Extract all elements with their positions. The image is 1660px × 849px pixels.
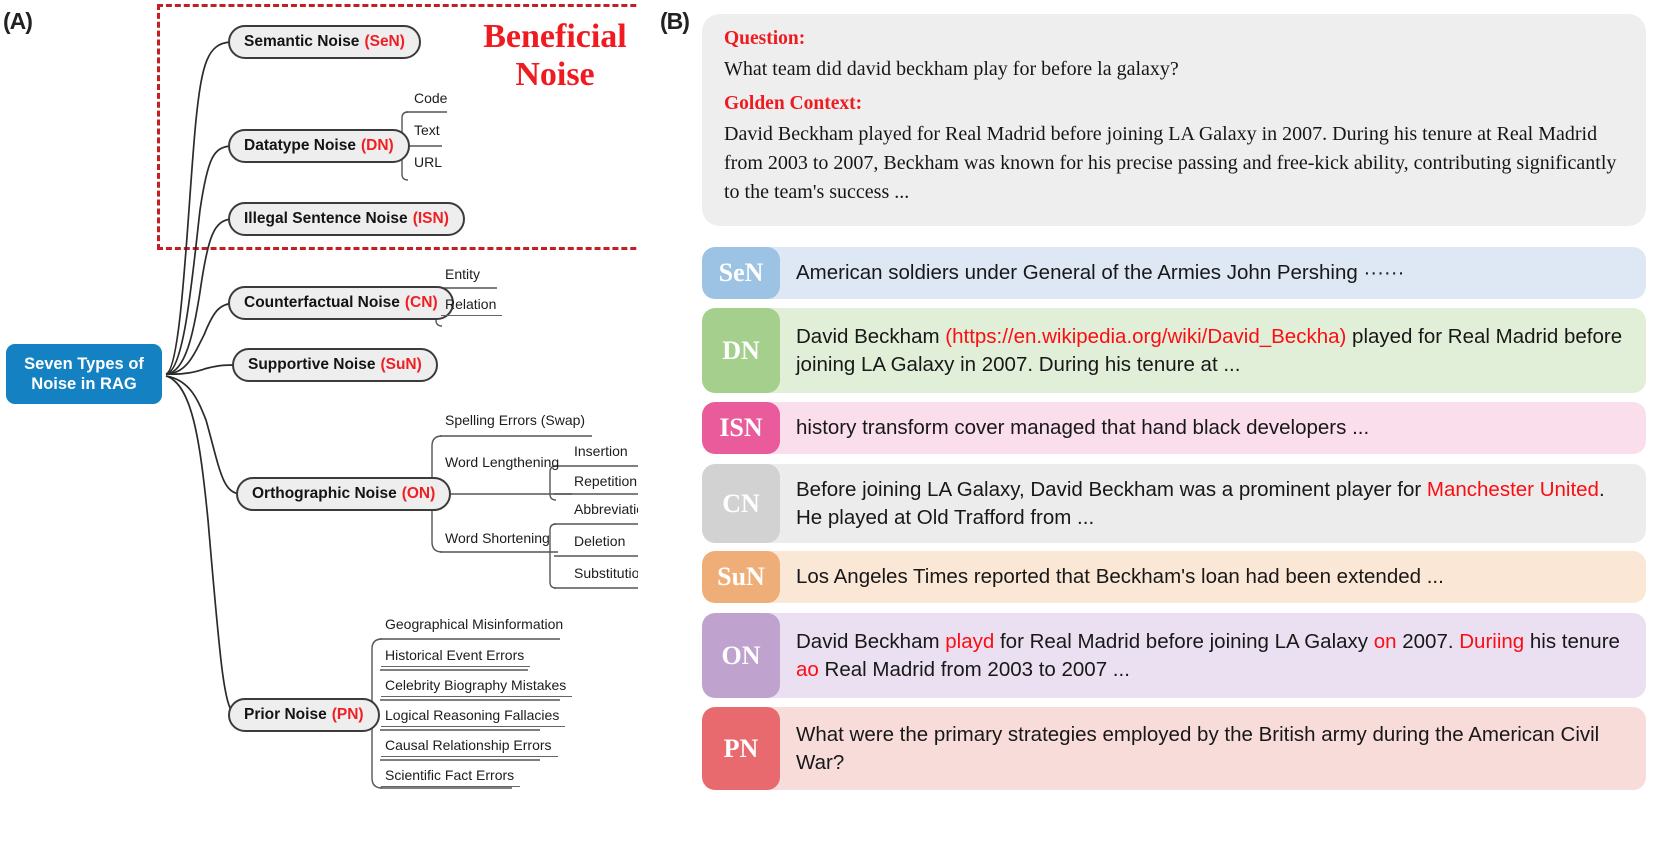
- leaf-url: URL: [414, 154, 443, 170]
- leaf-insertion: Insertion: [574, 443, 628, 459]
- noise-row-cn[interactable]: CN Before joining LA Galaxy, David Beckha…: [702, 464, 1646, 543]
- panel-a-label: (A): [3, 8, 33, 34]
- plain-span: history transform cover managed that han…: [796, 416, 1370, 439]
- plain-span: 2007.: [1396, 629, 1460, 653]
- branch-label: Semantic Noise: [244, 33, 360, 50]
- branch-abbr: (SuN): [380, 356, 422, 373]
- leaf-entity: Entity: [445, 266, 481, 282]
- panel-b-label: (B): [660, 8, 690, 34]
- branch-prior-noise[interactable]: Prior Noise (PN): [228, 698, 380, 732]
- beneficial-noise-title: Beneficial Noise: [483, 18, 627, 93]
- plain-span: Los Angeles Times reported that Beckham'…: [796, 565, 1444, 588]
- noise-text-isn: history transform cover managed that han…: [780, 402, 1646, 454]
- noise-tag-dn: DN: [702, 308, 780, 393]
- leaf-code: Code: [414, 90, 448, 106]
- branch-semantic-noise[interactable]: Semantic Noise (SeN): [228, 25, 421, 59]
- noise-text-pn: What were the primary strategies employe…: [780, 707, 1646, 790]
- noise-row-isn[interactable]: ISN history transform cover managed that …: [702, 402, 1646, 454]
- branch-illegal-sentence-noise[interactable]: Illegal Sentence Noise (ISN): [228, 202, 465, 236]
- golden-context-text: David Beckham played for Real Madrid bef…: [724, 123, 1617, 203]
- noise-tag-isn: ISN: [702, 402, 780, 454]
- branch-label: Orthographic Noise: [252, 485, 397, 502]
- panel-a-taxonomy: (A) Beneficial Noise Seven Types of Nois…: [0, 0, 638, 849]
- highlighted-noise-span: on: [1373, 629, 1397, 653]
- leaf-repetition: Repetition: [574, 473, 638, 489]
- branch-supportive-noise[interactable]: Supportive Noise (SuN): [232, 348, 438, 382]
- branch-abbr: (DN): [360, 137, 394, 154]
- highlighted-noise-span: (https://en.wikipedia.org/wiki/David_Bec…: [945, 324, 1347, 348]
- leaf-celebrity-biography-mistakes: Celebrity Biography Mistakes: [381, 677, 573, 697]
- branch-label: Illegal Sentence Noise: [244, 210, 408, 227]
- plain-span: Before joining LA Galaxy, David Beckham …: [796, 477, 1427, 501]
- highlighted-noise-span: playd: [945, 629, 995, 653]
- leaf-substitution: Substitution: [574, 565, 638, 581]
- branch-abbr: (ON): [401, 485, 436, 502]
- question-context-card: Question: What team did david beckham pl…: [702, 14, 1646, 226]
- plain-span: David Beckham: [796, 629, 946, 653]
- noise-tag-sun: SuN: [702, 551, 780, 603]
- branch-orthographic-noise[interactable]: Orthographic Noise (ON): [236, 477, 452, 511]
- leaf-geographical-misinformation: Geographical Misinformation: [385, 616, 564, 632]
- noise-tag-sen: SeN: [702, 247, 780, 299]
- noise-text-sun: Los Angeles Times reported that Beckham'…: [780, 551, 1646, 603]
- noise-tag-pn: PN: [702, 707, 780, 790]
- leaf-text: Text: [414, 122, 440, 138]
- leaf-spelling-errors-swap: Spelling Errors (Swap): [445, 412, 586, 428]
- noise-row-sun[interactable]: SuN Los Angeles Times reported that Beckh…: [702, 551, 1646, 603]
- branch-label: Datatype Noise: [244, 137, 356, 154]
- plain-span: his tenure: [1524, 629, 1620, 653]
- noise-tag-cn: CN: [702, 464, 780, 543]
- leaf-relation: Relation: [441, 296, 503, 316]
- leaf-logical-reasoning-fallacies: Logical Reasoning Fallacies: [381, 707, 566, 727]
- branch-label: Counterfactual Noise: [244, 294, 400, 311]
- figure-root: (A) Beneficial Noise Seven Types of Nois…: [0, 0, 1660, 849]
- noise-row-dn[interactable]: DN David Beckham (https://en.wikipedia.or…: [702, 308, 1646, 393]
- leaf-scientific-fact-errors: Scientific Fact Errors: [381, 767, 521, 787]
- noise-text-on: David Beckham playd for Real Madrid befo…: [780, 613, 1646, 698]
- question-header: Question:: [724, 28, 806, 49]
- noise-row-sen[interactable]: SeN American soldiers under General of th…: [702, 247, 1646, 299]
- leaf-historical-event-errors: Historical Event Errors: [381, 647, 531, 667]
- plain-span: Real Madrid from 2003 to 2007 ...: [818, 657, 1130, 681]
- branch-abbr: (SeN): [364, 33, 405, 50]
- leaf-word-shortening: Word Shortening: [445, 530, 550, 546]
- branch-label: Prior Noise: [244, 706, 327, 723]
- highlighted-noise-span: Manchester United: [1426, 477, 1599, 501]
- branch-abbr: (PN): [331, 706, 364, 723]
- leaf-abbreviation: Abbreviation: [574, 501, 638, 517]
- plain-span: for Real Madrid before joining LA Galaxy: [994, 629, 1374, 653]
- noise-text-sen: American soldiers under General of the A…: [780, 247, 1646, 299]
- noise-text-cn: Before joining LA Galaxy, David Beckham …: [780, 464, 1646, 543]
- noise-row-pn[interactable]: PN What were the primary strategies emplo…: [702, 707, 1646, 790]
- branch-abbr: (ISN): [412, 210, 449, 227]
- noise-tag-on: ON: [702, 613, 780, 698]
- question-text: What team did david beckham play for bef…: [724, 58, 1179, 80]
- highlighted-noise-span: ao: [796, 657, 819, 681]
- golden-context-header: Golden Context:: [724, 93, 863, 114]
- leaf-deletion: Deletion: [574, 533, 626, 549]
- highlighted-noise-span: Duriing: [1459, 629, 1525, 653]
- plain-span: David Beckham: [796, 324, 946, 348]
- noise-row-on[interactable]: ON David Beckham playd for Real Madrid be…: [702, 613, 1646, 698]
- branch-datatype-noise[interactable]: Datatype Noise (DN): [228, 129, 410, 163]
- branch-counterfactual-noise[interactable]: Counterfactual Noise (CN): [228, 286, 454, 320]
- noise-text-dn: David Beckham (https://en.wikipedia.org/…: [780, 308, 1646, 393]
- plain-span: What were the primary strategies employe…: [796, 722, 1600, 774]
- leaf-causal-relationship-errors: Causal Relationship Errors: [381, 737, 558, 757]
- branch-abbr: (CN): [404, 294, 438, 311]
- plain-span: American soldiers under General of the A…: [796, 261, 1405, 284]
- root-node[interactable]: Seven Types of Noise in RAG: [6, 344, 162, 404]
- branch-label: Supportive Noise: [248, 356, 376, 373]
- leaf-word-lengthening: Word Lengthening: [445, 454, 560, 470]
- root-node-label: Seven Types of Noise in RAG: [24, 355, 144, 393]
